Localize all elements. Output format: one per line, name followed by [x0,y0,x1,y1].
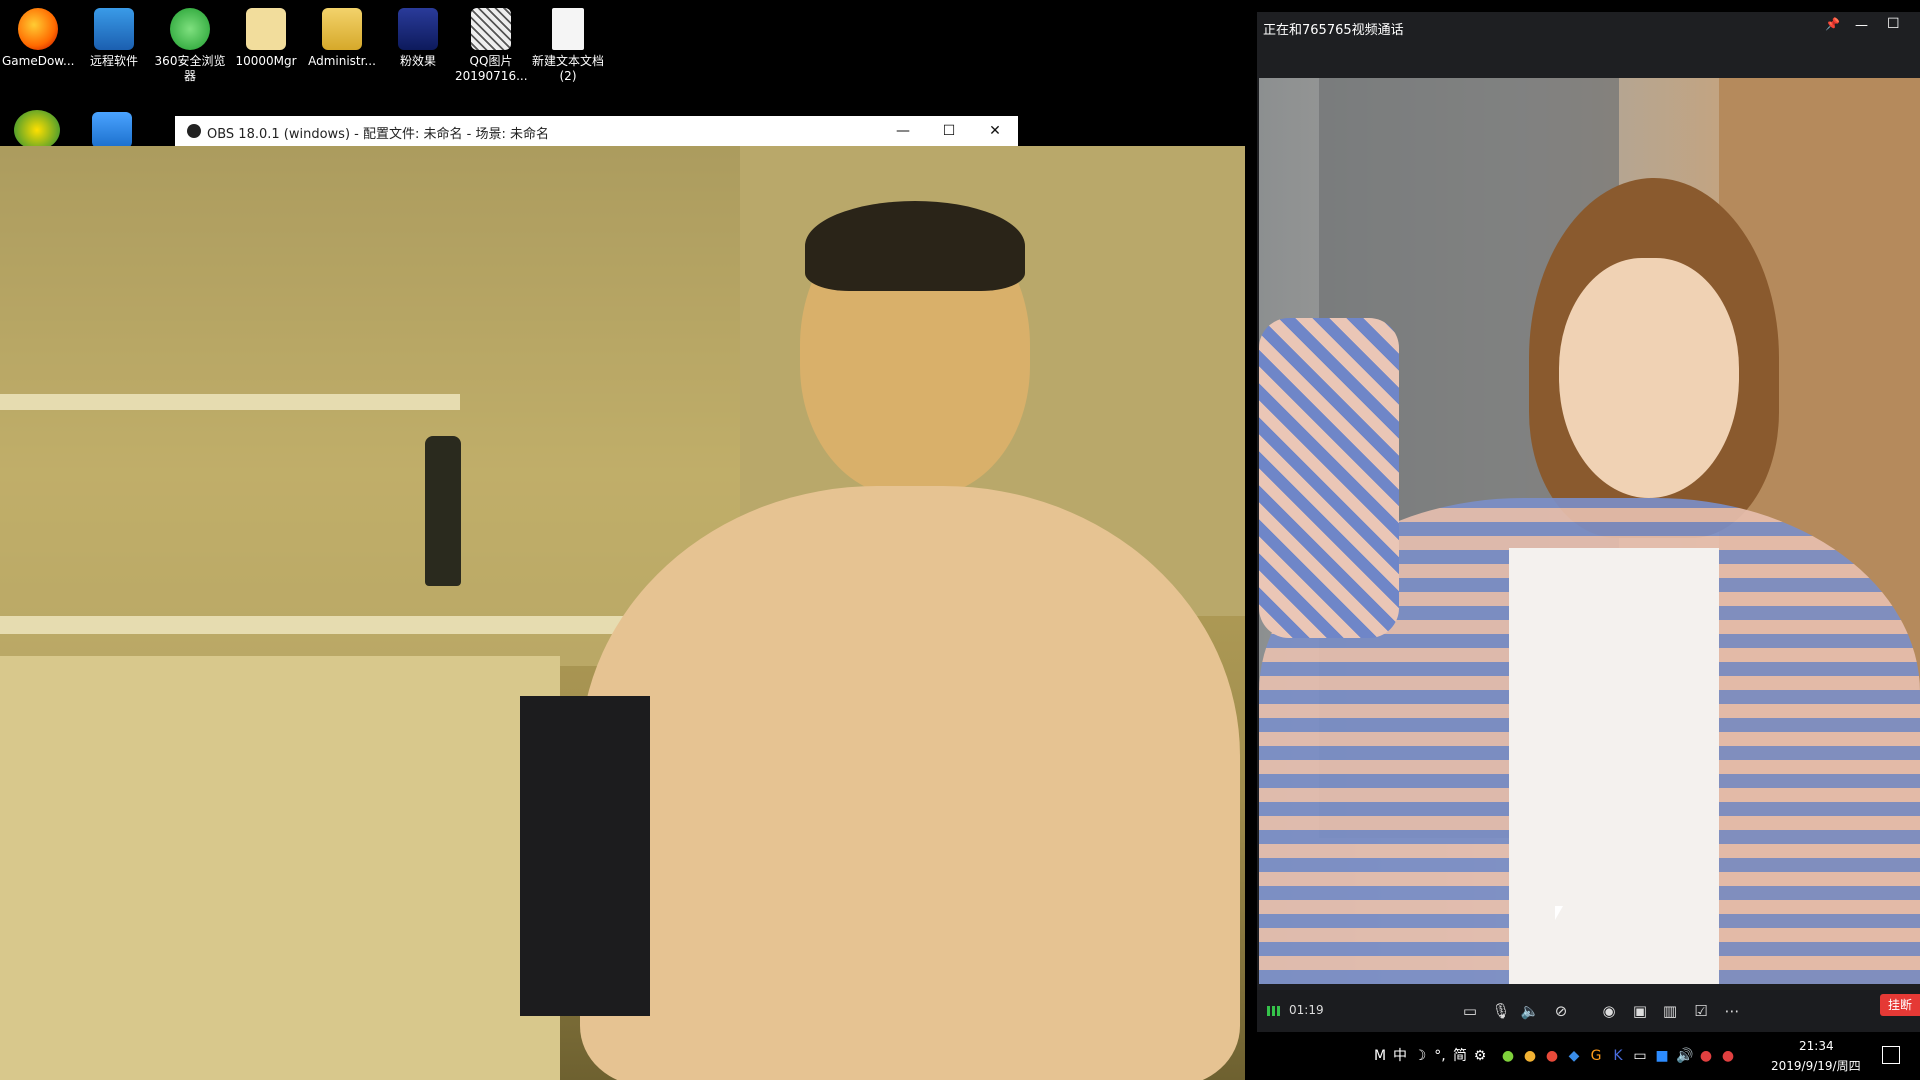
clock-date[interactable]: 2019/9/19/周四 [1771,1057,1861,1074]
desktop-icon-qq-image[interactable]: QQ图片 20190716... [455,0,528,84]
network-icon[interactable]: ▭ [1632,1048,1648,1064]
call-titlebar[interactable]: 正在和765765视频通话 📌 — ☐ [1257,12,1920,42]
tray-app-icon[interactable]: K [1610,1048,1626,1064]
speaker-icon[interactable]: 🔈 [1520,1002,1540,1020]
signal-icon [1267,1006,1283,1016]
edit-icon[interactable]: ☑ [1691,1002,1711,1020]
qr-image-icon [471,8,511,50]
call-title: 正在和765765视频通话 [1263,23,1404,38]
remote-software-icon [94,8,134,50]
raised-arm [1259,318,1399,638]
obs-window-title: OBS 18.0.1 (windows) - 配置文件: 未命名 - 场景: 未… [207,127,549,142]
ime-simplified-icon[interactable]: 简 [1452,1048,1468,1064]
tray-app-icon[interactable]: ● [1544,1048,1560,1064]
desktop-icon-remote[interactable]: 远程软件 [78,0,150,69]
call-control-bar: 01:19 ▭ 🎙 🔈 ⊘ ◉ ▣ ▥ ☑ ⋯ 挂断 [1257,990,1920,1032]
ime-settings-icon[interactable]: ⚙ [1472,1048,1488,1064]
folder-icon [246,8,286,50]
tray-app-icon[interactable]: ● [1720,1048,1736,1064]
video-call-window[interactable]: 正在和765765视频通话 📌 — ☐ 01:19 ▭ 🎙 🔈 ⊘ ◉ ▣ ▥ … [1257,12,1920,1032]
desktop-icon-label: QQ图片 20190716... [455,54,528,83]
obs-close-button[interactable]: ✕ [972,116,1018,146]
hangup-button[interactable]: 挂断 [1880,994,1920,1016]
cabinet [0,656,560,1080]
notification-icon[interactable] [1882,1046,1900,1064]
desktop-icon-gamedownload[interactable]: GameDow... [2,0,74,69]
tray-qq-icon[interactable]: ● [1522,1048,1538,1064]
tray-app-icon[interactable]: G [1588,1048,1604,1064]
microphone-icon[interactable]: 🎙 [1491,1002,1511,1020]
robot-icon[interactable]: ▣ [1630,1002,1650,1020]
tray-app-icon[interactable]: ● [1698,1048,1714,1064]
desktop-icon-administrator[interactable]: Administr... [306,0,378,69]
message-icon[interactable]: ▭ [1460,1002,1480,1020]
kx-app-icon [398,8,438,50]
obs-titlebar[interactable]: OBS 18.0.1 (windows) - 配置文件: 未命名 - 场景: 未… [175,116,1018,146]
camera-off-icon[interactable]: ⊘ [1551,1002,1571,1020]
call-duration: 01:19 [1289,1003,1324,1017]
ime-chinese-icon[interactable]: 中 [1392,1048,1408,1064]
desktop-icon-label: 远程软件 [89,54,138,68]
desktop-icon-label: 新建文本文档 (2) [532,54,605,83]
mouse-cursor-icon [1555,906,1563,920]
desktop-icon-label: 10000Mgr [235,54,297,68]
remote-video [1259,78,1920,984]
ime-halfwidth-icon[interactable]: ☽ [1412,1048,1428,1064]
desktop-icon-new-text[interactable]: 新建文本文档 (2) [532,0,604,84]
ime-punct-icon[interactable]: °, [1432,1048,1448,1064]
pin-icon[interactable]: 📌 [1825,17,1840,31]
ime-mode-icon[interactable]: M [1372,1048,1388,1064]
desktop-icon-fenxiaoguo[interactable]: 粉效果 [382,0,454,69]
user-folder-icon [322,8,362,50]
desktop-icon-label: GameDow... [2,54,75,68]
desktop-icon-10000mgr[interactable]: 10000Mgr [230,0,302,69]
person-face [1559,258,1739,498]
desktop-icon-partial-2[interactable] [92,112,132,148]
bottle [425,436,461,586]
person-hair [805,201,1025,291]
clock-time[interactable]: 21:34 [1799,1039,1834,1053]
tray-app-icon[interactable]: ■ [1654,1048,1670,1064]
desktop-icon-label: 粉效果 [399,54,436,68]
screenshot-icon[interactable]: ◉ [1599,1002,1619,1020]
layout-icon[interactable]: ▥ [1660,1002,1680,1020]
tray-app-icon[interactable]: ● [1500,1048,1516,1064]
taskbar-tray: M 中 ☽ °, 简 ⚙ ● ● ● ◆ G K ▭ ■ 🔊 ● ● 21:34… [1352,1032,1920,1080]
volume-icon[interactable]: 🔊 [1676,1048,1693,1064]
call-minimize-button[interactable]: — [1855,18,1868,33]
desktop-icon-360browser[interactable]: 360安全浏览器 [154,0,226,84]
desktop-icon-label: Administr... [308,54,376,68]
tray-app-icon[interactable]: ◆ [1566,1048,1582,1064]
360-browser-icon [170,8,210,50]
obs-preview-video [0,146,1245,1080]
gamedownload-icon [18,8,58,50]
shelf-board [0,394,460,410]
call-maximize-button[interactable]: ☐ [1887,16,1900,32]
more-icon[interactable]: ⋯ [1722,1002,1742,1020]
desktop-icon-label: 360安全浏览器 [154,54,226,83]
chair [520,696,650,1016]
obs-minimize-button[interactable]: — [880,116,926,146]
white-top [1509,548,1719,984]
obs-logo-icon [187,124,201,138]
text-document-icon [552,8,584,50]
desktop-icon-partial-1[interactable] [14,110,60,150]
person-shirt [580,486,1240,1080]
obs-maximize-button[interactable]: ☐ [926,116,972,146]
